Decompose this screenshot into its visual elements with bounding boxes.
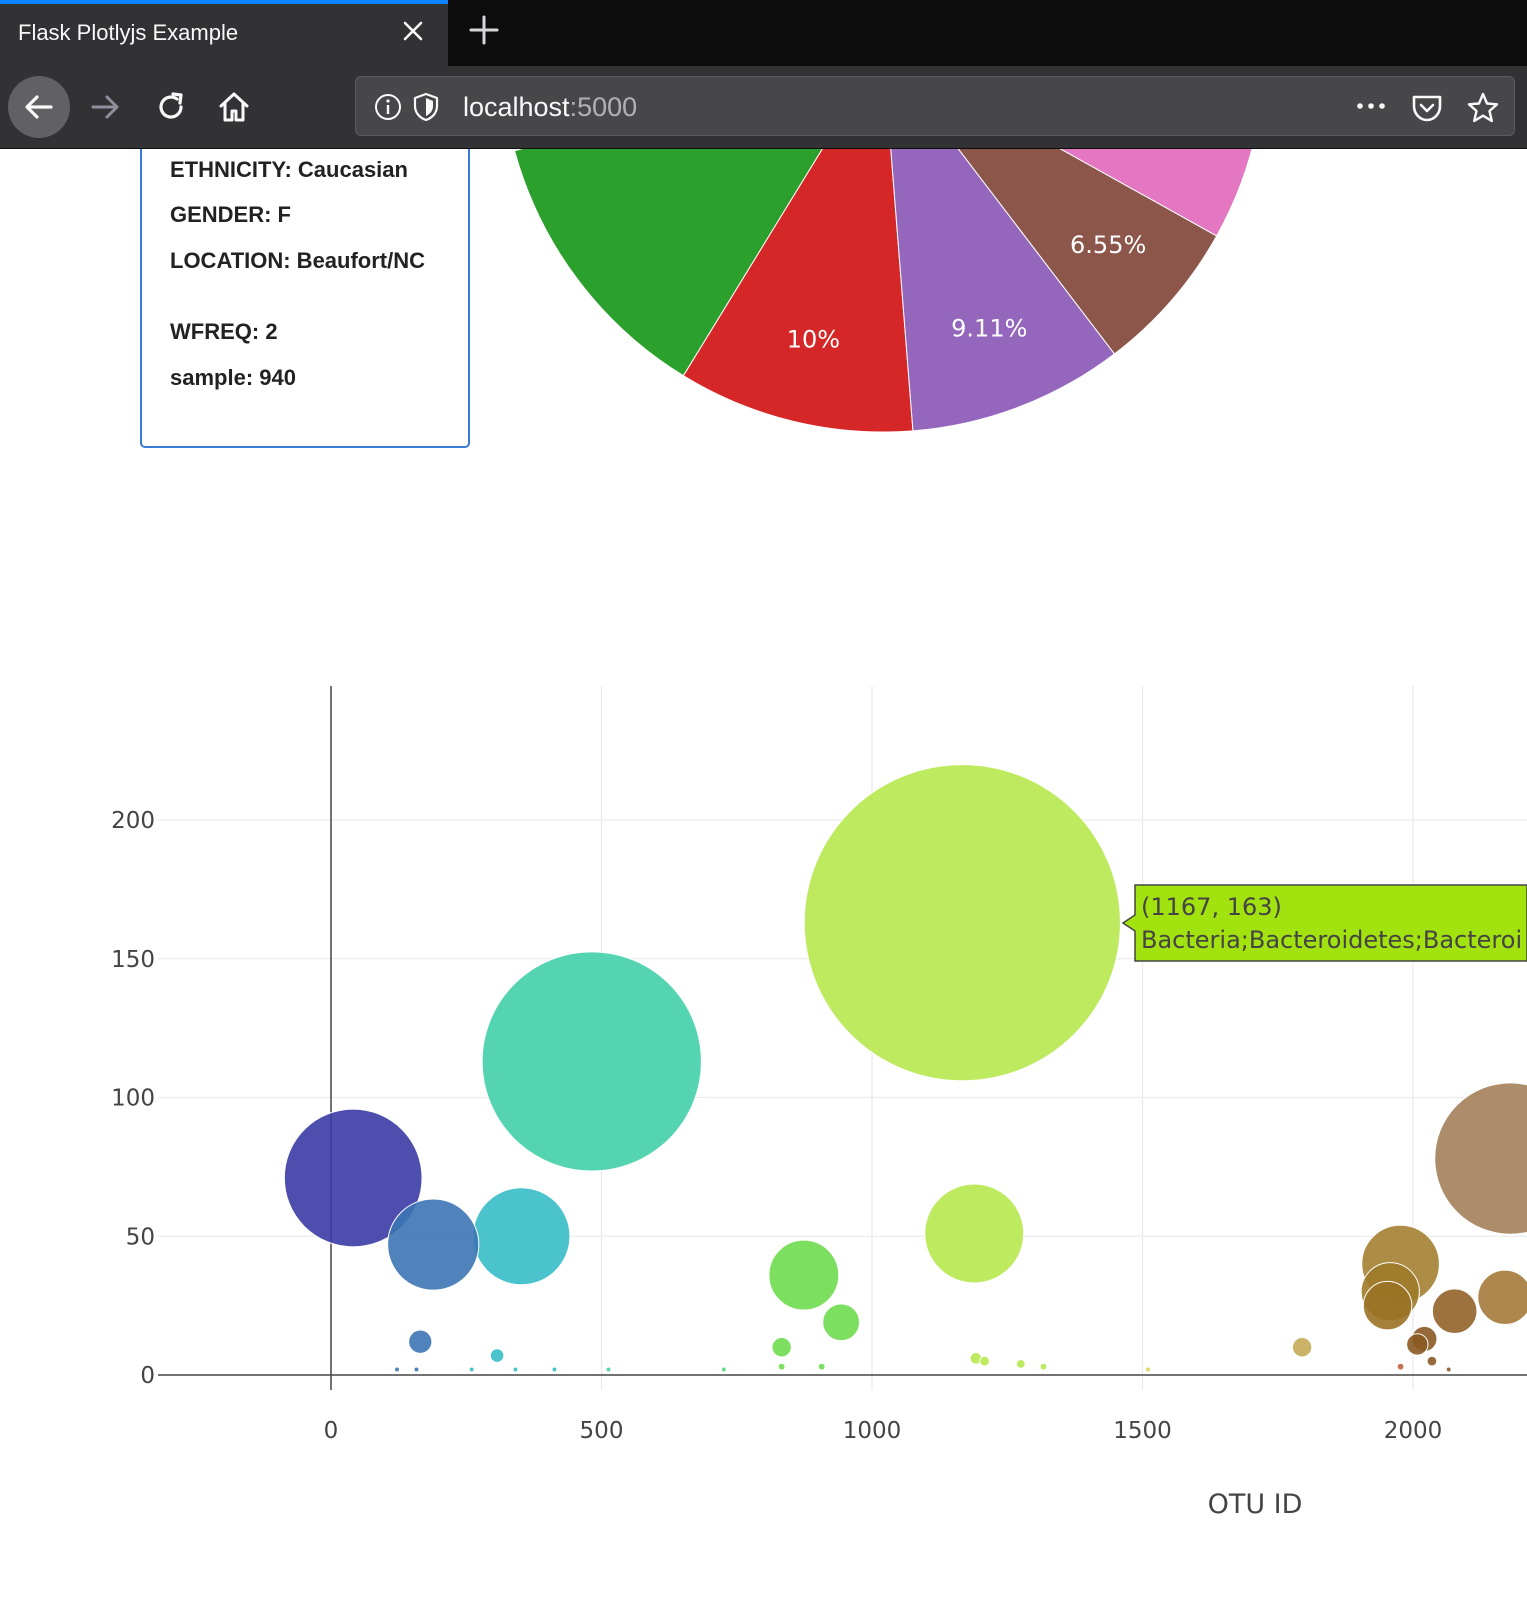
plus-icon[interactable] (464, 10, 504, 50)
bubble-point[interactable] (513, 1367, 518, 1372)
y-tick-label: 100 (111, 1086, 155, 1112)
x-tick-label: 500 (580, 1418, 624, 1444)
metadata-gender: GENDER: F (170, 202, 291, 227)
browser-chrome: Flask Plotlyjs Example localhost:5000 (0, 0, 1527, 149)
bubble-point[interactable] (778, 1363, 785, 1370)
bubble-point[interactable] (803, 764, 1121, 1082)
bubble-point[interactable] (469, 1367, 474, 1372)
more-icon[interactable] (1354, 89, 1388, 131)
hover-tooltip: (1167, 163) Bacteria;Bacteroidetes;Bacter… (1121, 884, 1527, 962)
metadata-sample: sample: 940 (170, 365, 296, 390)
metadata-ethnicity: ETHNICITY: Caucasian (170, 157, 408, 182)
active-tab[interactable]: Flask Plotlyjs Example (0, 0, 448, 66)
bubble-point[interactable] (1016, 1360, 1025, 1368)
bubble-point[interactable] (1040, 1363, 1047, 1370)
bubble-point[interactable] (768, 1239, 840, 1311)
y-tick-label: 50 (126, 1224, 155, 1250)
url-text[interactable]: localhost:5000 (463, 92, 637, 123)
bubble-point[interactable] (387, 1198, 480, 1291)
bubble-point[interactable] (771, 1337, 792, 1358)
address-bar[interactable]: localhost:5000 (355, 76, 1515, 136)
navigation-toolbar: localhost:5000 (0, 66, 1527, 149)
bubble-point[interactable] (408, 1329, 433, 1354)
bubble-point[interactable] (489, 1348, 505, 1363)
bubble-point[interactable] (481, 951, 702, 1172)
bubble-point[interactable] (1446, 1367, 1451, 1372)
bubble-point[interactable] (1145, 1367, 1150, 1372)
bubble-point[interactable] (1431, 1288, 1478, 1334)
bubble-point[interactable] (979, 1355, 990, 1367)
x-axis-title: OTU ID (1208, 1489, 1303, 1520)
forward-arrow-icon[interactable] (74, 76, 136, 138)
url-host: localhost (463, 92, 570, 122)
bubble-point[interactable] (1362, 1280, 1413, 1331)
x-tick-label: 0 (324, 1418, 339, 1444)
x-tick-label: 1000 (843, 1418, 902, 1444)
bubble-point[interactable] (1426, 1355, 1438, 1367)
bubble-point[interactable] (818, 1363, 825, 1370)
y-tick-label: 0 (140, 1363, 155, 1389)
tab-accent-line (0, 0, 448, 4)
home-icon[interactable] (203, 76, 265, 138)
bubble-point[interactable] (1406, 1333, 1429, 1356)
star-icon[interactable] (1466, 91, 1500, 125)
bubble-point[interactable] (414, 1367, 419, 1372)
tooltip-line-2: Bacteria;Bacteroidetes;Bacteroi (1141, 926, 1522, 954)
bubble-point[interactable] (1397, 1363, 1404, 1370)
tab-title: Flask Plotlyjs Example (18, 20, 239, 45)
bubble-point[interactable] (1291, 1337, 1313, 1358)
pocket-icon[interactable] (1410, 91, 1444, 125)
x-tick-label: 2000 (1384, 1418, 1443, 1444)
bubble-point[interactable] (1477, 1269, 1527, 1325)
reload-icon[interactable] (140, 76, 202, 138)
y-tick-label: 150 (111, 947, 155, 973)
metadata-wfreq: WFREQ: 2 (170, 319, 278, 344)
bubble-point[interactable] (552, 1367, 557, 1372)
bubble-point[interactable] (822, 1303, 861, 1342)
info-icon[interactable] (374, 93, 402, 121)
close-icon[interactable] (396, 14, 430, 48)
tab-strip: Flask Plotlyjs Example (0, 0, 1527, 66)
bubble-point[interactable] (395, 1367, 399, 1372)
metadata-panel: ETHNICITY: Caucasian GENDER: F LOCATION:… (140, 120, 470, 448)
x-tick-label: 1500 (1113, 1418, 1172, 1444)
bubble-point[interactable] (472, 1187, 571, 1286)
tooltip-line-1: (1167, 163) (1141, 893, 1282, 921)
bubble-point[interactable] (606, 1367, 611, 1372)
url-port: :5000 (569, 92, 638, 122)
metadata-location: LOCATION: Beaufort/NC (170, 248, 426, 273)
back-arrow-icon[interactable] (8, 76, 70, 138)
y-tick-label: 200 (111, 808, 155, 834)
shield-icon[interactable] (412, 92, 440, 122)
bubble-point[interactable] (721, 1367, 726, 1372)
bubble-point[interactable] (1434, 1082, 1527, 1235)
bubble-point[interactable] (924, 1183, 1025, 1284)
